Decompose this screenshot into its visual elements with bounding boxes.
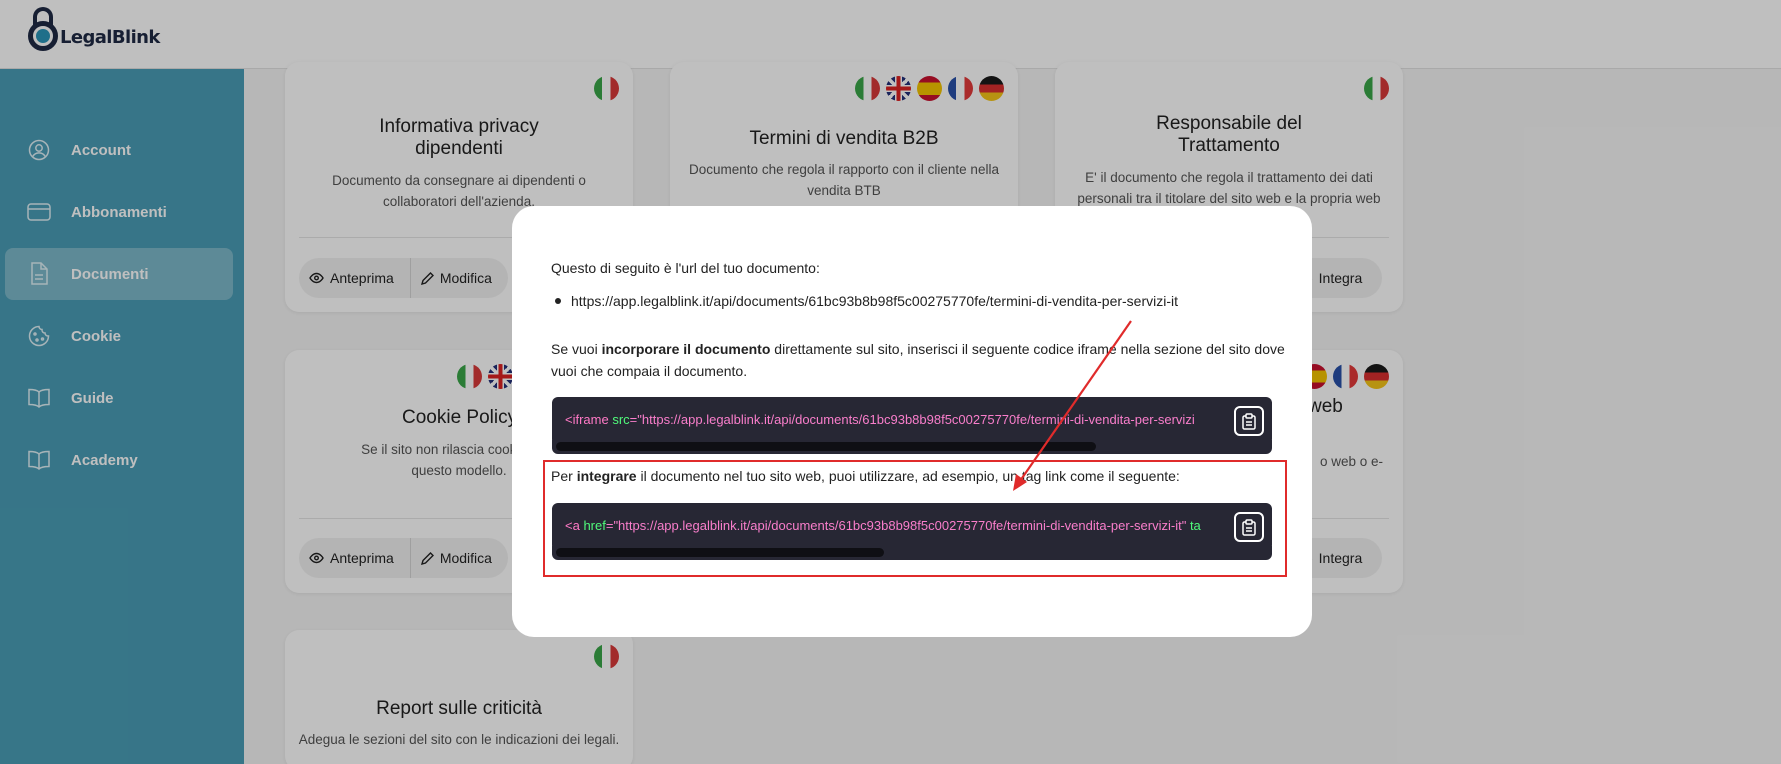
annotation-arrow	[1013, 320, 1132, 491]
